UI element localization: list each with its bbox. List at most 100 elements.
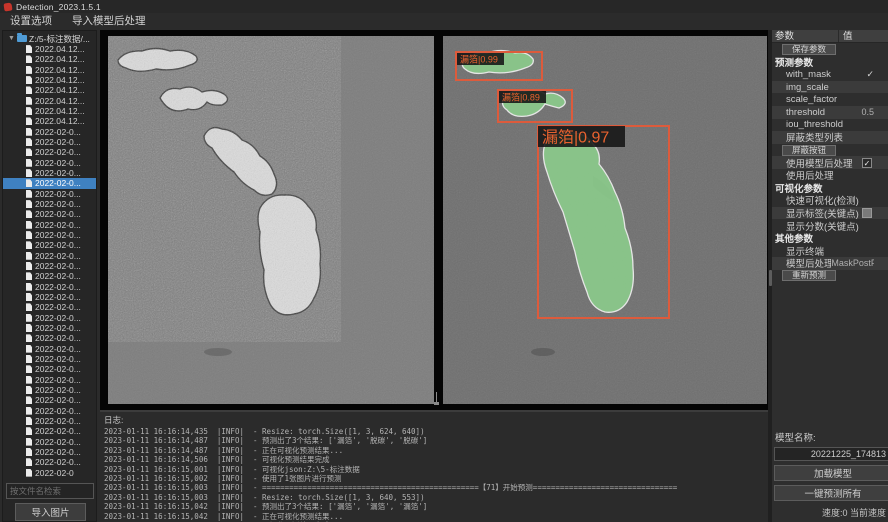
tree-item[interactable]: 2022-02-0...: [3, 199, 96, 209]
tree-item[interactable]: 2022-02-0...: [3, 292, 96, 302]
tree-item[interactable]: 2022.04.12...: [3, 65, 96, 75]
tree-item[interactable]: 2022.04.12...: [3, 85, 96, 95]
tree-item[interactable]: 2022-02-0...: [3, 405, 96, 415]
tree-item[interactable]: 2022-02-0...: [3, 271, 96, 281]
tree-item[interactable]: 2022.04.12...: [3, 96, 96, 106]
param-row[interactable]: 预测参数: [772, 56, 888, 69]
tree-item[interactable]: 2022-02-0...: [3, 230, 96, 240]
param-row-button[interactable]: 重新预测: [782, 270, 836, 281]
tree-item[interactable]: 2022-02-0...: [3, 364, 96, 374]
tree-item[interactable]: 2022.04.12...: [3, 44, 96, 54]
tree-item[interactable]: 2022-02-0...: [3, 209, 96, 219]
param-row[interactable]: 使用后处理: [772, 169, 888, 182]
param-row[interactable]: scale_factor: [772, 93, 888, 106]
tree-item[interactable]: 2022-02-0...: [3, 240, 96, 250]
param-row[interactable]: threshold 0.5: [772, 106, 888, 119]
tree-item[interactable]: 2022-02-0...: [3, 333, 96, 343]
param-row[interactable]: with_mask ✓: [772, 68, 888, 81]
tree-item[interactable]: 2022-02-0...: [3, 127, 96, 137]
param-row[interactable]: 显示终端: [772, 245, 888, 258]
tree-root[interactable]: ▼ Z:/5-标注数据/...: [3, 33, 96, 44]
tree-item[interactable]: 2022-02-0...: [3, 354, 96, 364]
param-row[interactable]: 屏蔽按钮: [772, 144, 888, 157]
prediction-image-panel[interactable]: 漏箔|0.99 漏箔|0.89 漏箔|0.97: [443, 36, 767, 404]
param-value[interactable]: MaskPostPro: [831, 258, 874, 268]
tree-item-label: 2022-02-0...: [35, 457, 81, 467]
file-icon: [26, 45, 32, 53]
tree-item[interactable]: 2022.04.12...: [3, 106, 96, 116]
import-images-button[interactable]: 导入图片: [15, 503, 86, 521]
param-value[interactable]: ✓: [862, 158, 872, 168]
tree-item[interactable]: 2022-02-0...: [3, 261, 96, 271]
tree-item-label: 2022-02-0...: [35, 333, 81, 343]
detection-label-1: 漏箔|0.99: [460, 54, 498, 65]
image-splitter-handle[interactable]: [434, 392, 439, 406]
file-icon: [26, 252, 32, 260]
tree-item-label: 2022-02-0...: [35, 437, 81, 447]
tree-item[interactable]: 2022-02-0...: [3, 385, 96, 395]
param-value[interactable]: 0.5: [861, 107, 874, 117]
param-row[interactable]: 使用模型后处理 ✓: [772, 156, 888, 169]
param-row-button[interactable]: 屏蔽按钮: [782, 145, 836, 156]
tree-item[interactable]: 2022-02-0...: [3, 457, 96, 467]
param-row[interactable]: 显示标签(关键点): [772, 207, 888, 220]
param-row[interactable]: 显示分数(关键点): [772, 219, 888, 232]
file-icon: [26, 241, 32, 249]
param-label: threshold: [772, 107, 825, 118]
tree-item[interactable]: 2022-02-0...: [3, 137, 96, 147]
file-icon: [26, 210, 32, 218]
menu-item[interactable]: 导入模型后处理: [62, 13, 156, 30]
param-row[interactable]: 模型后处理器 MaskPostPro: [772, 257, 888, 270]
app-icon: [3, 2, 12, 11]
param-row-button[interactable]: 保存参数: [782, 44, 836, 55]
param-row[interactable]: iou_threshold: [772, 119, 888, 132]
tree-item[interactable]: 2022.04.12...: [3, 116, 96, 126]
tree-item[interactable]: 2022-02-0...: [3, 375, 96, 385]
param-row[interactable]: 重新预测: [772, 270, 888, 283]
param-row[interactable]: 快速可视化(检测): [772, 194, 888, 207]
tree-item[interactable]: 2022.04.12...: [3, 54, 96, 64]
file-icon: [26, 417, 32, 425]
tree-item[interactable]: 2022-02-0...: [3, 168, 96, 178]
tree-item-label: 2022-02-0...: [35, 168, 81, 178]
tree-item[interactable]: 2022-02-0...: [3, 282, 96, 292]
tree-item[interactable]: 2022-02-0...: [3, 395, 96, 405]
menu-item[interactable]: 设置选项: [0, 13, 62, 30]
param-value[interactable]: ✓: [866, 69, 874, 80]
tree-item[interactable]: 2022-02-0...: [3, 416, 96, 426]
tree-item[interactable]: 2022-02-0...: [3, 313, 96, 323]
tree-item[interactable]: 2022-02-0...: [3, 189, 96, 199]
predict-all-button[interactable]: 一键预测所有: [774, 485, 888, 501]
tree-item[interactable]: 2022-02-0...: [3, 323, 96, 333]
file-icon: [26, 458, 32, 466]
value-column-header: 值: [838, 30, 888, 42]
parameters-panel: 参数 值 保存参数 预测参数 with_mask ✓: [772, 30, 888, 522]
tree-item[interactable]: 2022-02-0...: [3, 447, 96, 457]
tree-item[interactable]: 2022-02-0...: [3, 158, 96, 168]
param-row[interactable]: 屏蔽类型列表: [772, 131, 888, 144]
file-icon: [26, 262, 32, 270]
load-model-button[interactable]: 加载模型: [774, 465, 888, 481]
tree-item[interactable]: 2022-02-0...: [3, 147, 96, 157]
param-row[interactable]: 可视化参数: [772, 182, 888, 195]
param-row[interactable]: img_scale: [772, 81, 888, 94]
collapse-arrow-icon[interactable]: ▼: [8, 35, 15, 42]
folder-icon: [17, 35, 27, 42]
tree-item[interactable]: 2022-02-0...: [3, 178, 96, 188]
param-value[interactable]: [862, 208, 872, 218]
file-icon: [26, 128, 32, 136]
param-row[interactable]: 其他参数: [772, 232, 888, 245]
model-name-field[interactable]: 20221225_174813: [774, 447, 888, 461]
file-tree: ▼ Z:/5-标注数据/... 2022.04.12... 2022.04.12…: [3, 33, 96, 479]
search-input[interactable]: [6, 483, 94, 499]
tree-item[interactable]: 2022-02-0...: [3, 302, 96, 312]
tree-item[interactable]: 2022-02-0...: [3, 426, 96, 436]
tree-item[interactable]: 2022-02-0...: [3, 220, 96, 230]
tree-item[interactable]: 2022-02-0...: [3, 251, 96, 261]
tree-item[interactable]: 2022-02-0...: [3, 436, 96, 446]
tree-item[interactable]: 2022-02-0...: [3, 344, 96, 354]
tree-item[interactable]: 2022.04.12...: [3, 75, 96, 85]
tree-item[interactable]: 2022-02-0: [3, 467, 96, 477]
original-image-panel[interactable]: [108, 36, 434, 404]
param-row[interactable]: 保存参数: [772, 43, 888, 56]
